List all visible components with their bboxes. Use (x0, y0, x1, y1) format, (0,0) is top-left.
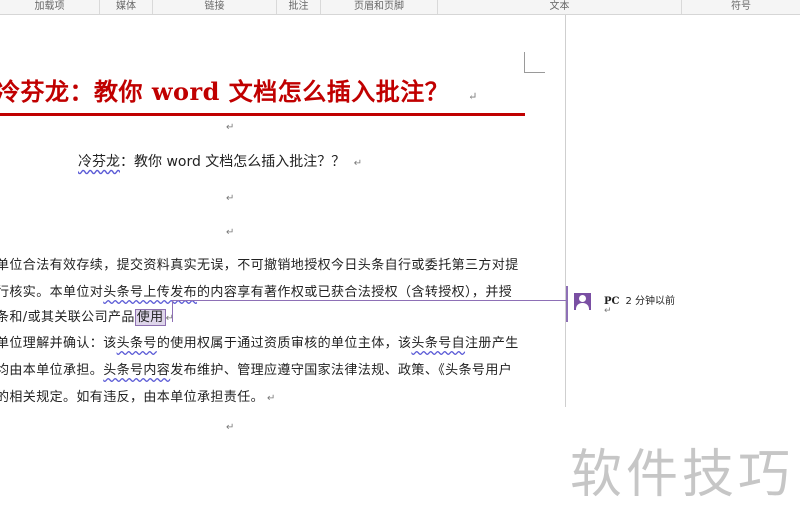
body-text-flagged: 头条号 (116, 336, 157, 351)
ribbon-group-comments[interactable]: 批注 (277, 0, 321, 14)
ribbon-group-media[interactable]: 媒体 (100, 0, 153, 14)
body-text-flagged: 头条号自 (411, 336, 466, 351)
document-title[interactable]: 冷芬龙：教你 word 文档怎么插入批注？ ↵ (0, 72, 478, 107)
paragraph-mark: ↵ (226, 227, 235, 238)
paragraph-mark: ↵ (226, 193, 235, 204)
body-text: 注册产生 (465, 336, 519, 351)
user-avatar-icon (574, 293, 591, 310)
body-text-flagged: 头条号上传发布 (103, 285, 198, 300)
subtitle-name: 冷芬龙 (78, 154, 120, 170)
body-line-3[interactable]: 条和/或其关联公司产品 使用 ↵ (0, 306, 175, 326)
ribbon-group-addins[interactable]: 加载项 (0, 0, 100, 14)
watermark-text: 软件技巧 (570, 445, 795, 505)
commented-text-highlight[interactable]: 使用 (134, 309, 166, 326)
ribbon-group-text[interactable]: 文本 (438, 0, 682, 14)
body-text-flagged: 头条号内容 (103, 363, 171, 378)
ribbon-group-header-footer[interactable]: 页眉和页脚 (321, 0, 438, 14)
comment-header: PC 2 分钟以前 (604, 292, 675, 307)
title-underline-rule (0, 113, 525, 116)
paragraph-mark: ↵ (468, 90, 478, 103)
ribbon-group-links[interactable]: 链接 (153, 0, 277, 14)
margin-corner-mark (524, 52, 545, 73)
body-text: 的内容享有著作权或已获合法授权（含转授权），并授 (197, 285, 513, 300)
document-subtitle[interactable]: 冷芬龙：教你 word 文档怎么插入批注？？ ↵ (78, 151, 362, 171)
comment-connector-tick (172, 300, 173, 322)
paragraph-mark: ↵ (267, 393, 276, 404)
body-line-5[interactable]: 均由本单位承担。头条号内容发布维护、管理应遵守国家法律法规、政策、《头条号用户 (0, 359, 512, 378)
document-title-text: 冷芬龙：教你 word 文档怎么插入批注？ (0, 77, 450, 106)
body-line-6[interactable]: 的相关规定。如有违反，由本单位承担责任。 ↵ (0, 386, 276, 405)
comment-pane (566, 15, 800, 407)
body-line-2[interactable]: 行核实。本单位对头条号上传发布的内容享有著作权或已获合法授权（含转授权），并授 (0, 281, 512, 300)
body-text: 发布维护、管理应遵守国家法律法规、政策、《头条号用户 (170, 363, 513, 378)
paragraph-mark: ↵ (353, 158, 363, 169)
body-text: 条和/或其关联公司产品 (0, 310, 135, 325)
body-text: 单位理解并确认：该 (0, 336, 117, 351)
paragraph-mark: ↵ (226, 122, 235, 133)
body-text: 行核实。本单位对 (0, 285, 104, 300)
body-text: 的相关规定。如有违反，由本单位承担责任。 (0, 390, 265, 405)
comment-time: 2 分钟以前 (625, 296, 676, 307)
body-line-1[interactable]: 单位合法有效存续，提交资料真实无误，不可撤销地授权今日头条自行或委托第三方对提 (0, 254, 519, 273)
body-text: 单位合法有效存续，提交资料真实无误，不可撤销地授权今日头条自行或委托第三方对提 (0, 258, 519, 273)
body-line-4[interactable]: 单位理解并确认：该头条号的使用权属于通过资质审核的单位主体，该头条号自注册产生 (0, 332, 519, 351)
body-text: 均由本单位承担。 (0, 363, 104, 378)
ribbon-group-symbols[interactable]: 符号 (682, 0, 800, 14)
comment-text-input[interactable]: ↵ (604, 306, 612, 316)
paragraph-mark: ↵ (226, 422, 235, 433)
subtitle-text: ：教你 word 文档怎么插入批注？？ (120, 154, 346, 170)
paragraph-mark: ↵ (165, 313, 175, 324)
ribbon-group-labels: 加载项 媒体 链接 批注 页眉和页脚 文本 符号 (0, 0, 800, 15)
body-text: 的使用权属于通过资质审核的单位主体，该 (156, 336, 412, 351)
comment-balloon[interactable]: PC 2 分钟以前 ↵ (566, 286, 800, 322)
